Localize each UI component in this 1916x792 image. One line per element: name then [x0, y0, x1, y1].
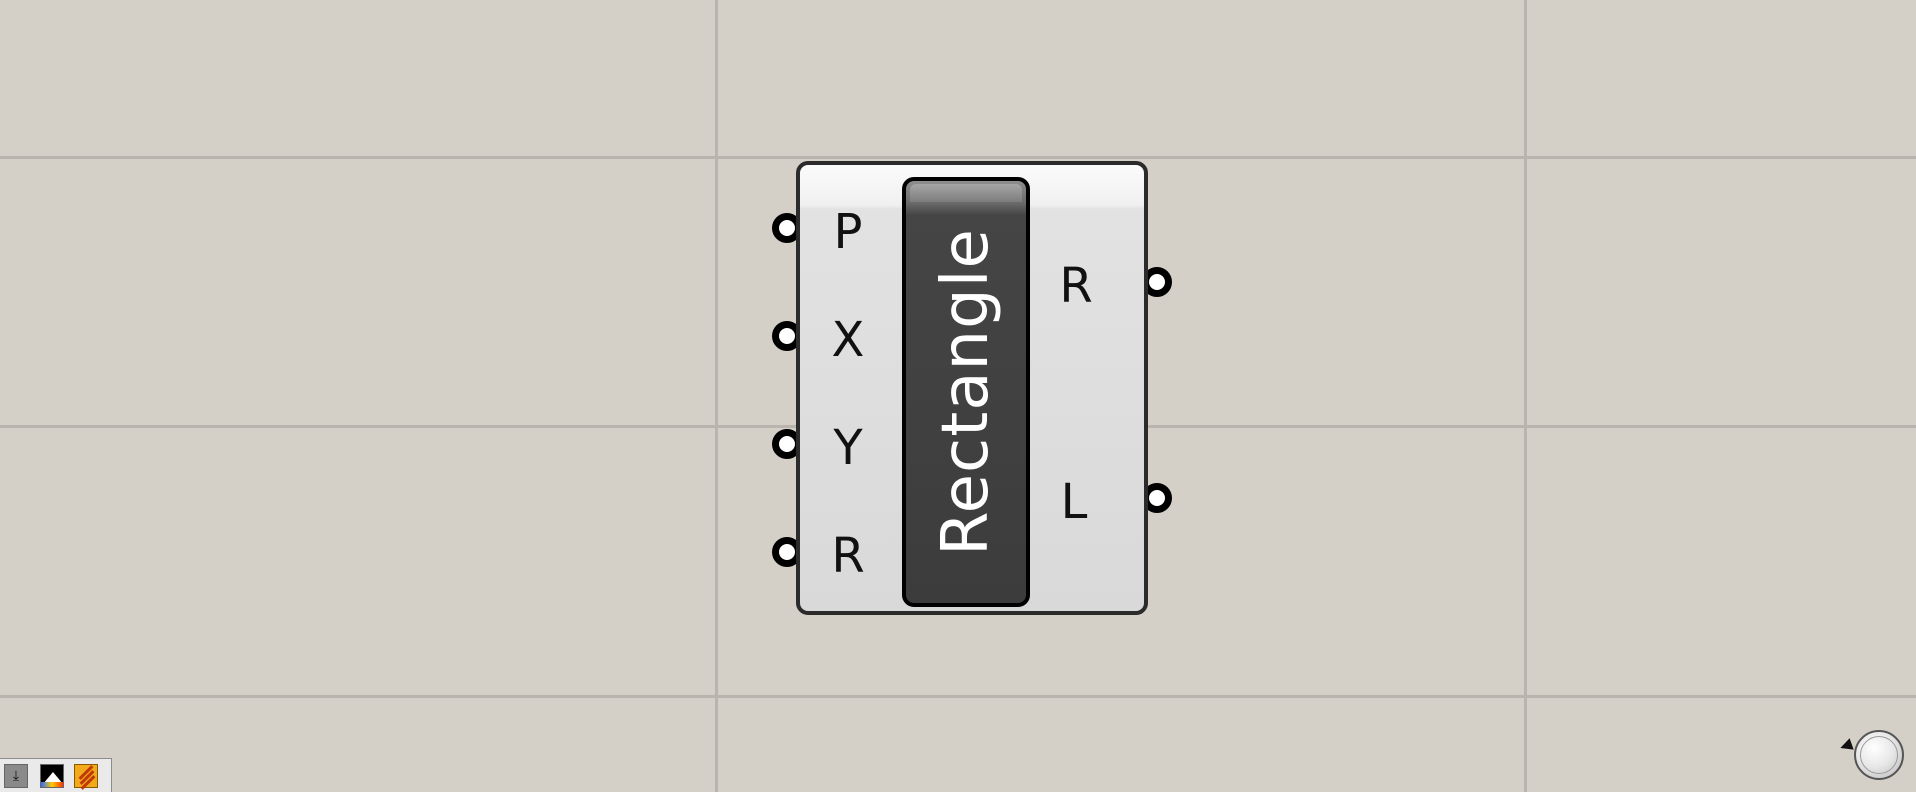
navigation-dial-icon[interactable]: [1854, 730, 1904, 780]
canvas-toolbar: ⤓: [0, 758, 112, 792]
input-label-x: X: [831, 312, 865, 368]
download-icon[interactable]: ⤓: [4, 764, 28, 788]
grid-line: [715, 0, 718, 792]
grid-line: [1524, 0, 1527, 792]
input-label-p: P: [833, 204, 863, 260]
render-icon[interactable]: [40, 764, 64, 788]
input-label-r: R: [831, 528, 865, 584]
grid-line: [0, 156, 1916, 159]
output-label-l: L: [1060, 474, 1088, 530]
component-name: Rectangle: [929, 228, 1003, 556]
canvas[interactable]: P X Y R Rectangle R L: [0, 0, 1916, 792]
output-label-r: R: [1059, 258, 1093, 314]
component-name-box: Rectangle: [902, 177, 1030, 607]
rectangle-component[interactable]: P X Y R Rectangle R L: [772, 161, 1172, 615]
component-body[interactable]: P X Y R Rectangle R L: [796, 161, 1148, 615]
input-label-y: Y: [833, 420, 863, 476]
grid-line: [0, 695, 1916, 698]
flame-icon[interactable]: [74, 764, 98, 790]
